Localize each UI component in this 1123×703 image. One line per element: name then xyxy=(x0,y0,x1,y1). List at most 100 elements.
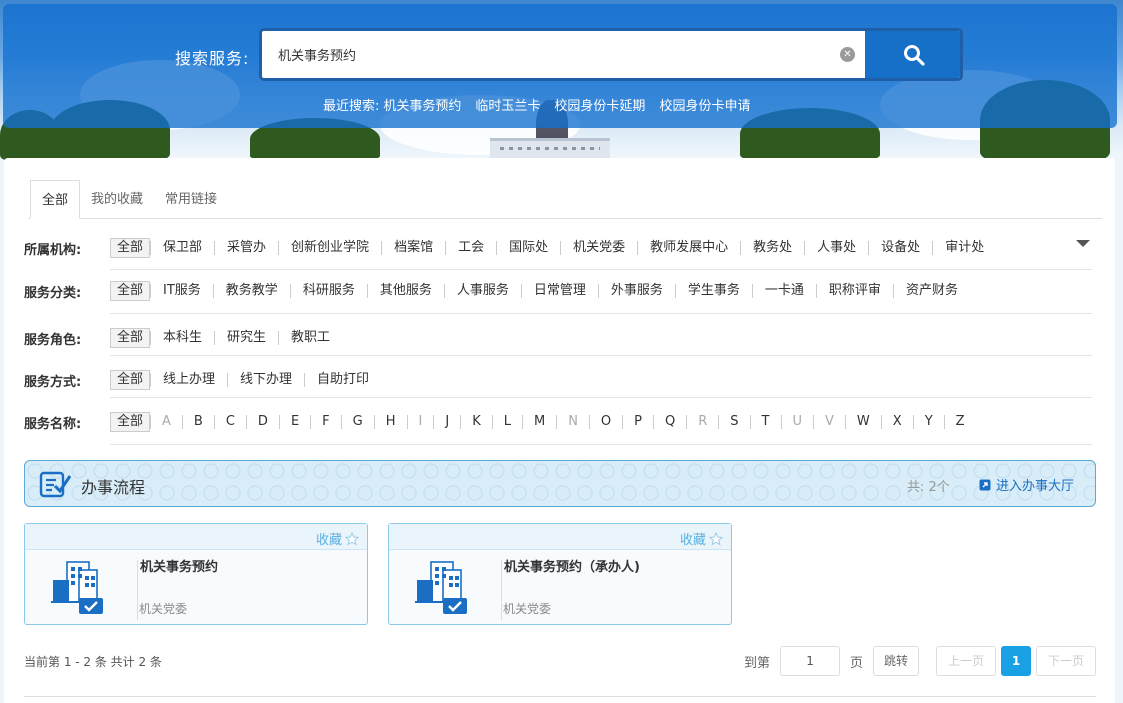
filter-option[interactable]: U xyxy=(780,415,814,429)
filter-option[interactable]: N xyxy=(556,415,589,429)
search-input[interactable] xyxy=(278,31,838,78)
filter-option[interactable]: L xyxy=(491,415,522,429)
filter-option[interactable]: B xyxy=(181,415,214,429)
process-bar: 办事流程 共: 2个 进入办事大厅 xyxy=(24,460,1096,507)
favorite-button[interactable]: 收藏 xyxy=(680,529,723,548)
filter-option[interactable]: 职称评审 xyxy=(815,284,893,298)
enter-hall-link[interactable]: 进入办事大厅 xyxy=(979,475,1074,494)
filter-label: 服务方式: xyxy=(24,374,82,390)
filter-option[interactable]: G xyxy=(340,415,374,429)
filter-option[interactable]: 工会 xyxy=(445,241,496,255)
filter-option[interactable]: V xyxy=(813,415,845,429)
filter-option[interactable]: 日常管理 xyxy=(520,284,598,298)
filter-option[interactable]: J xyxy=(433,415,460,429)
filter-option[interactable]: A xyxy=(150,415,182,429)
tab-all[interactable]: 全部 xyxy=(30,180,81,219)
filter-option[interactable]: F xyxy=(310,415,340,429)
filter-options: 全部 A B C D E F G H I J K L M N O P Q R S T U V W X Y Z xyxy=(110,412,976,432)
filter-option[interactable]: 设备处 xyxy=(868,241,932,255)
filter-option[interactable]: 保卫部 xyxy=(150,241,214,255)
tab-common-links[interactable]: 常用链接 xyxy=(154,180,228,219)
filter-option[interactable]: 全部 xyxy=(110,281,151,301)
star-icon xyxy=(709,531,723,546)
tab-favorites[interactable]: 我的收藏 xyxy=(80,180,154,219)
filter-option[interactable]: T xyxy=(749,415,781,429)
recent-searches-label: 最近搜索: xyxy=(323,99,380,114)
filter-option[interactable]: X xyxy=(880,415,913,429)
filter-option[interactable]: M xyxy=(521,415,556,429)
filter-option[interactable]: 教务处 xyxy=(740,241,804,255)
filter-option[interactable]: 学生事务 xyxy=(674,284,752,298)
filter-option[interactable]: 全部 xyxy=(110,238,151,258)
filter-option[interactable]: P xyxy=(622,415,653,429)
tab-bar: 全部 我的收藏 常用链接 xyxy=(28,180,1102,219)
filter-option[interactable]: 全部 xyxy=(110,370,151,390)
recent-search-item[interactable]: 临时玉兰卡 xyxy=(475,95,540,114)
chevron-down-icon[interactable] xyxy=(1076,240,1090,247)
filter-option[interactable]: 采管办 xyxy=(214,241,278,255)
filter-option[interactable]: IT服务 xyxy=(150,284,213,298)
favorite-button[interactable]: 收藏 xyxy=(316,529,359,548)
divider xyxy=(110,397,1092,398)
filter-option[interactable]: 国际处 xyxy=(496,241,560,255)
filter-option[interactable]: 全部 xyxy=(110,328,151,348)
service-card[interactable]: 收藏 机关事务预约（承办人) 机关党委 xyxy=(388,523,732,625)
filter-option[interactable]: R xyxy=(686,415,718,429)
next-page-button[interactable]: 下一页 xyxy=(1036,646,1096,676)
filter-option[interactable]: 教职工 xyxy=(278,331,342,345)
filter-option[interactable]: 一卡通 xyxy=(751,284,816,298)
filter-option[interactable]: 科研服务 xyxy=(289,284,367,298)
filter-option[interactable]: Q xyxy=(653,415,686,429)
filter-option[interactable]: 自助打印 xyxy=(304,373,381,387)
external-link-icon xyxy=(979,479,991,490)
filter-option[interactable]: 线上办理 xyxy=(150,373,227,387)
filter-label: 所属机构: xyxy=(24,242,82,258)
filter-option[interactable]: D xyxy=(245,415,279,429)
star-icon xyxy=(345,531,359,546)
prev-page-button[interactable]: 上一页 xyxy=(936,646,996,676)
filter-option[interactable]: 人事处 xyxy=(804,241,868,255)
filter-option[interactable]: E xyxy=(278,415,310,429)
recent-search-item[interactable]: 机关事务预约 xyxy=(383,95,461,114)
page-number-input[interactable] xyxy=(780,646,841,676)
checklist-icon xyxy=(39,471,71,498)
filter-option[interactable]: 机关党委 xyxy=(560,241,637,255)
filter-label: 服务角色: xyxy=(24,332,82,348)
filter-option[interactable]: 创新创业学院 xyxy=(278,241,381,255)
clear-icon[interactable]: ✕ xyxy=(840,47,855,62)
filter-option[interactable]: 档案馆 xyxy=(381,241,445,255)
jump-button[interactable]: 跳转 xyxy=(873,646,920,676)
service-card[interactable]: 收藏 机关事务预约 机关党委 xyxy=(24,523,368,625)
filter-option[interactable]: 教务教学 xyxy=(212,284,290,298)
filter-option[interactable]: 线下办理 xyxy=(227,373,304,387)
filter-option[interactable]: 其他服务 xyxy=(366,284,444,298)
search-box: ✕ xyxy=(259,28,963,81)
filter-option[interactable]: 人事服务 xyxy=(443,284,521,298)
filter-option[interactable]: 资产财务 xyxy=(892,284,970,298)
filter-option[interactable]: 审计处 xyxy=(932,241,996,255)
recent-search-item[interactable]: 校园身份卡申请 xyxy=(659,95,750,114)
filter-option[interactable]: 研究生 xyxy=(214,331,278,345)
filter-option[interactable]: 外事服务 xyxy=(597,284,675,298)
filter-option[interactable]: Z xyxy=(943,415,976,429)
filter-option[interactable]: 教师发展中心 xyxy=(637,241,740,255)
filter-option[interactable]: Y xyxy=(912,415,944,429)
filter-row-name: 服务名称: 全部 A B C D E F G H I J K L M N O P Q R S T U V W X Y Z xyxy=(24,412,1092,432)
building-check-icon xyxy=(51,561,103,614)
filter-option[interactable]: C xyxy=(213,415,246,429)
filter-option[interactable]: O xyxy=(588,415,622,429)
current-page[interactable]: 1 xyxy=(1001,646,1031,676)
filter-options: 全部 本科生 研究生 教职工 xyxy=(110,328,342,348)
filter-option[interactable]: I xyxy=(406,415,434,429)
filter-row-role: 服务角色: 全部 本科生 研究生 教职工 xyxy=(24,328,1092,348)
filter-option[interactable]: W xyxy=(844,415,881,429)
search-icon xyxy=(904,44,925,66)
filter-option[interactable]: 本科生 xyxy=(150,331,214,345)
filter-option[interactable]: 全部 xyxy=(110,412,151,432)
filter-option[interactable]: H xyxy=(373,415,407,429)
filter-option[interactable]: S xyxy=(718,415,749,429)
filter-option[interactable]: K xyxy=(460,415,492,429)
recent-search-item[interactable]: 校园身份卡延期 xyxy=(554,95,645,114)
enter-hall-label: 进入办事大厅 xyxy=(996,479,1075,494)
search-button[interactable] xyxy=(865,31,960,78)
